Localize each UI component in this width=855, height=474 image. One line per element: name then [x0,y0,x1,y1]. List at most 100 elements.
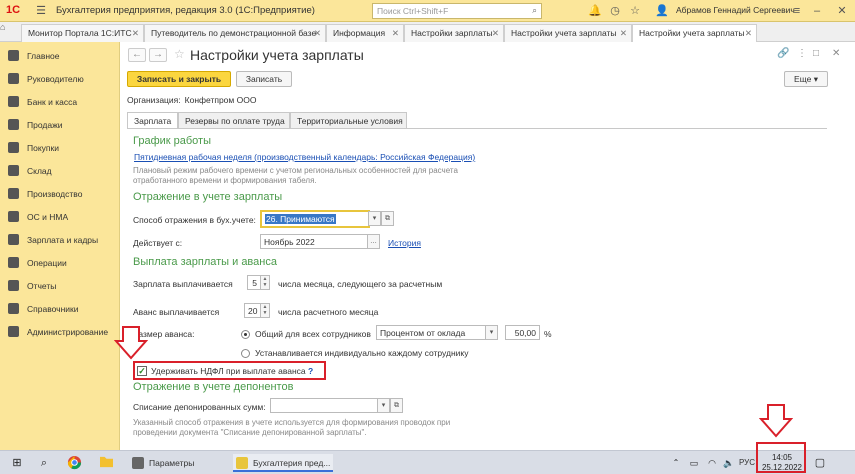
tab-salary-accounting-settings-active[interactable]: Настройки учета зарплаты ✕ [632,24,757,42]
section-accounting: Отражение в учете зарплаты [133,191,283,203]
sidebar-item-salary-hr[interactable]: Зарплата и кадры [0,230,120,250]
schedule-link[interactable]: Пятидневная рабочая неделя (производстве… [134,152,475,162]
search-icon[interactable]: ⌕ [36,455,52,471]
sidebar-item-label: Администрирование [27,327,109,337]
close-tab-icon[interactable]: ✕ [492,28,499,39]
tab-reserves[interactable]: Резервы по оплате труда [178,112,290,129]
tab-salary[interactable]: Зарплата [127,112,178,129]
close-tab-icon[interactable]: ✕ [392,28,399,39]
network-icon[interactable]: ▭ [686,455,702,471]
method-dropdown-button[interactable]: ▾ [368,211,381,226]
close-tab-icon[interactable]: ✕ [314,28,321,39]
back-button[interactable]: ← [128,48,146,62]
taskbar-app-accounting[interactable]: Бухгалтерия пред... [233,454,333,472]
user-name[interactable]: Абрамов Геннадий Сергеевич [676,5,795,15]
favorites-icon[interactable]: ☆ [628,4,642,18]
tab-demo-guide[interactable]: Путеводитель по демонстрационной базе ✕ [144,24,326,42]
effective-select-button[interactable]: … [367,234,380,249]
close-icon[interactable]: ✕ [835,4,849,18]
tray-chevron-icon[interactable]: ⌃ [668,455,684,471]
sidebar-item-label: Руководителю [27,74,84,84]
sidebar-item-label: Склад [27,166,52,176]
deponents-field[interactable] [270,398,378,413]
volume-icon[interactable]: 🔈 [721,455,737,471]
forward-button[interactable]: → [149,48,167,62]
file-explorer-icon[interactable] [98,455,114,471]
sidebar-item-catalogs[interactable]: Справочники [0,299,120,319]
sidebar-item-main[interactable]: Главное [0,46,120,66]
save-button[interactable]: Записать [236,71,292,87]
more-actions-icon[interactable]: ⋮ [797,48,807,59]
advance-day-input[interactable]: 20 [244,303,261,318]
book-icon [8,303,19,314]
tab-salary-accounting-settings[interactable]: Настройки учета зарплаты ✕ [504,24,632,42]
advance-day-suffix: числа расчетного месяца [278,307,379,317]
sidebar-item-admin[interactable]: Администрирование [0,322,120,342]
taskbar: ⊞ ⌕ Параметры Бухгалтерия пред... ⌃ ▭ ◠ … [0,450,855,474]
sidebar-item-production[interactable]: Производство [0,184,120,204]
favorite-star-icon[interactable]: ☆ [174,47,185,61]
sidebar-item-assets[interactable]: ОС и НМА [0,207,120,227]
tab-salary-settings[interactable]: Настройки зарплаты ✕ [404,24,504,42]
menu-icon[interactable]: ☰ [34,4,48,18]
tab-label: Информация [333,28,386,38]
chrome-icon[interactable] [66,455,82,471]
percent-input[interactable]: 50,00 [505,325,540,340]
sidebar-item-label: ОС и НМА [27,212,69,222]
sidebar-item-bank[interactable]: Банк и касса [0,92,120,112]
save-close-button[interactable]: Записать и закрыть [127,71,231,87]
sidebar-item-manager[interactable]: Руководителю [0,69,120,89]
language-indicator[interactable]: РУС [739,458,755,467]
salary-day-input[interactable]: 5 [247,275,261,290]
sidebar-item-operations[interactable]: Операции [0,253,120,273]
sidebar-item-warehouse[interactable]: Склад [0,161,120,181]
method-select[interactable]: Процентом от оклада [376,325,486,340]
sidebar-item-reports[interactable]: Отчеты [0,276,120,296]
people-icon [8,234,19,245]
org-value[interactable]: Конфетпром ООО [185,95,257,105]
sidebar-item-sales[interactable]: Продажи [0,115,120,135]
link-icon[interactable]: 🔗 [777,48,789,59]
form-area: ← → ☆ Настройки учета зарплаты 🔗 ⋮ □ ✕ З… [120,42,855,450]
radio-individual[interactable] [241,349,250,358]
search-input[interactable]: Поиск Ctrl+Shift+F ⌕ [372,3,542,19]
history-icon[interactable]: ◷ [608,4,622,18]
tab-information[interactable]: Информация ✕ [326,24,404,42]
app-title: Бухгалтерия предприятия, редакция 3.0 (1… [56,5,315,16]
salary-day-stepper[interactable]: ▲ ▼ [260,275,270,290]
windows-start-icon[interactable]: ⊞ [9,455,25,471]
search-placeholder: Поиск Ctrl+Shift+F [377,6,449,16]
tab-territorial[interactable]: Территориальные условия [290,112,407,129]
deponents-dropdown-button[interactable]: ▾ [377,398,390,413]
sidebar-item-label: Покупки [27,143,59,153]
advance-day-stepper[interactable]: ▲ ▼ [260,303,270,318]
history-link[interactable]: История [388,238,421,248]
effective-field[interactable]: Ноябрь 2022 [260,234,368,249]
deponents-open-button[interactable]: ⧉ [390,398,403,413]
maximize-icon[interactable]: □ [813,48,819,59]
basket-icon [8,142,19,153]
search-icon[interactable]: ⌕ [532,5,537,16]
method-open-button[interactable]: ⧉ [381,211,394,226]
reports-icon [8,280,19,291]
notifications-icon[interactable]: ▢ [812,455,828,471]
close-form-icon[interactable]: ✕ [832,48,840,59]
more-button[interactable]: Еще ▾ [784,71,828,87]
close-tab-icon[interactable]: ✕ [132,28,139,39]
deponents-note: Указанный способ отражения в учете испол… [133,418,451,437]
method-select-dropdown[interactable]: ▾ [485,325,498,340]
bell-icon[interactable]: 🔔 [588,4,602,18]
advance-day-label: Аванс выплачивается [133,307,220,317]
taskbar-app-settings[interactable]: Параметры [129,454,227,472]
sidebar-item-purchases[interactable]: Покупки [0,138,120,158]
tab-portal-monitor[interactable]: Монитор Портала 1С:ИТС ✕ [21,24,144,42]
wifi-icon[interactable]: ◠ [704,455,720,471]
tab-label: Путеводитель по демонстрационной базе [151,28,317,38]
radio-common[interactable] [241,330,250,339]
minimize-icon[interactable]: – [810,4,824,18]
close-tab-icon[interactable]: ✕ [745,28,752,39]
user-icon[interactable]: 👤 [655,4,669,18]
method-field[interactable]: 26. Принимаются [260,210,370,228]
close-tab-icon[interactable]: ✕ [620,28,627,39]
settings-icon[interactable]: ≡ [790,4,804,18]
